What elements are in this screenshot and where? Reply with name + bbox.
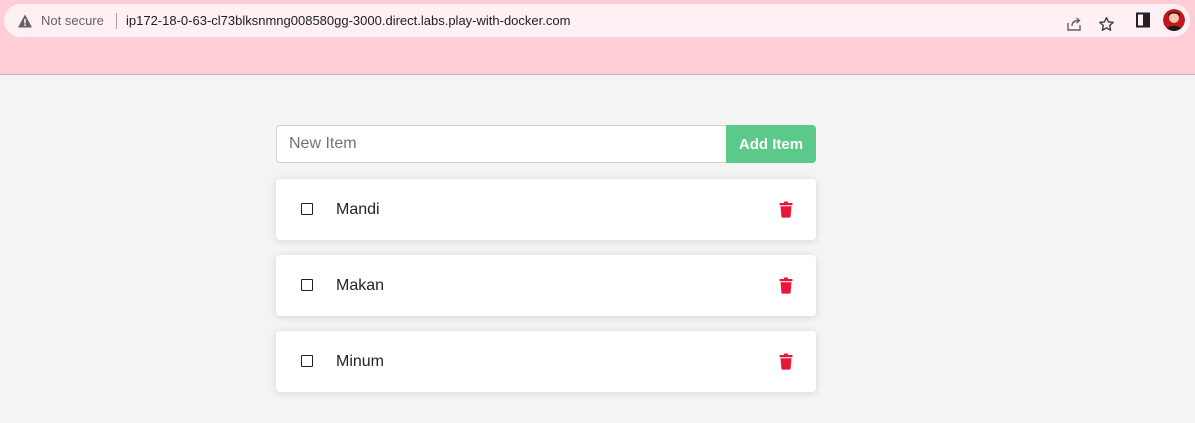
side-panel-icon[interactable] [1136, 12, 1150, 28]
checkbox-icon[interactable] [301, 203, 313, 215]
item-name: Makan [336, 277, 385, 294]
trash-icon[interactable] [778, 277, 794, 294]
list-item: Mandi [276, 179, 816, 240]
trash-icon[interactable] [778, 201, 794, 218]
security-status-label[interactable]: Not secure [41, 13, 104, 29]
list-item: Makan [276, 255, 816, 316]
checkbox-icon[interactable] [301, 355, 313, 367]
address-divider [116, 13, 117, 29]
url-text[interactable]: ip172-18-0-63-cl73blksnmng008580gg-3000.… [126, 13, 570, 29]
avatar[interactable] [1163, 9, 1185, 31]
star-icon[interactable] [1098, 16, 1115, 33]
new-item-input[interactable] [276, 125, 726, 163]
item-name: Mandi [336, 201, 380, 218]
new-item-form: Add Item [276, 125, 816, 163]
list-item: Minum [276, 331, 816, 392]
item-name: Minum [336, 353, 385, 370]
warning-triangle-icon[interactable] [17, 13, 33, 29]
share-icon[interactable] [1066, 16, 1082, 32]
todo-app: Add Item Mandi Makan Minum [0, 75, 1195, 423]
add-item-button[interactable]: Add Item [726, 125, 816, 163]
browser-toolbar: Not secure ip172-18-0-63-cl73blksnmng008… [0, 0, 1195, 75]
address-bar[interactable]: Not secure ip172-18-0-63-cl73blksnmng008… [4, 4, 1190, 37]
trash-icon[interactable] [778, 353, 794, 370]
checkbox-icon[interactable] [301, 279, 313, 291]
